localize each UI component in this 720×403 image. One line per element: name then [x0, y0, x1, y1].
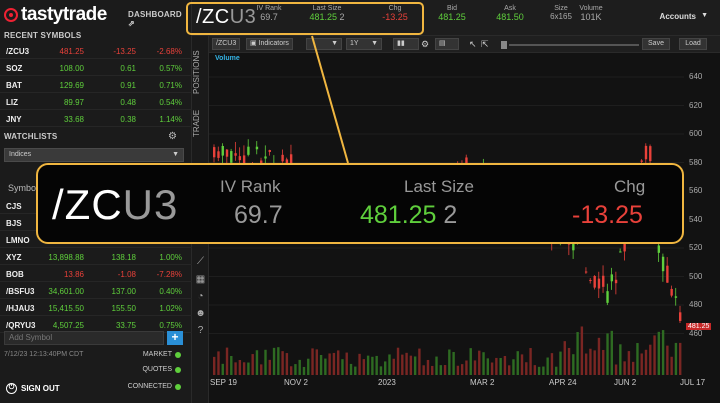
callout-last-price: 481.25 [360, 201, 437, 229]
callout-symbol: /ZCU3 [52, 181, 178, 229]
callout-iv-rank-value: 69.7 [234, 201, 283, 229]
callout-last-size-label: Last Size [404, 177, 474, 196]
zoom-callout: /ZCU3 IV Rank 69.7 Last Size 481.25 2 Ch… [36, 163, 684, 244]
callout-symbol-root: /ZC [52, 181, 123, 228]
app-window: tastytrade DASHBOARD ⇗ RECENT SYMBOLS /Z… [0, 0, 720, 403]
callout-symbol-contract: U3 [122, 181, 179, 228]
callout-chg-value: -13.25 [572, 201, 643, 229]
callout-chg-label: Chg [614, 177, 646, 196]
callout-iv-rank-label: IV Rank [220, 177, 281, 196]
callout-last-size: 2 [443, 201, 458, 229]
